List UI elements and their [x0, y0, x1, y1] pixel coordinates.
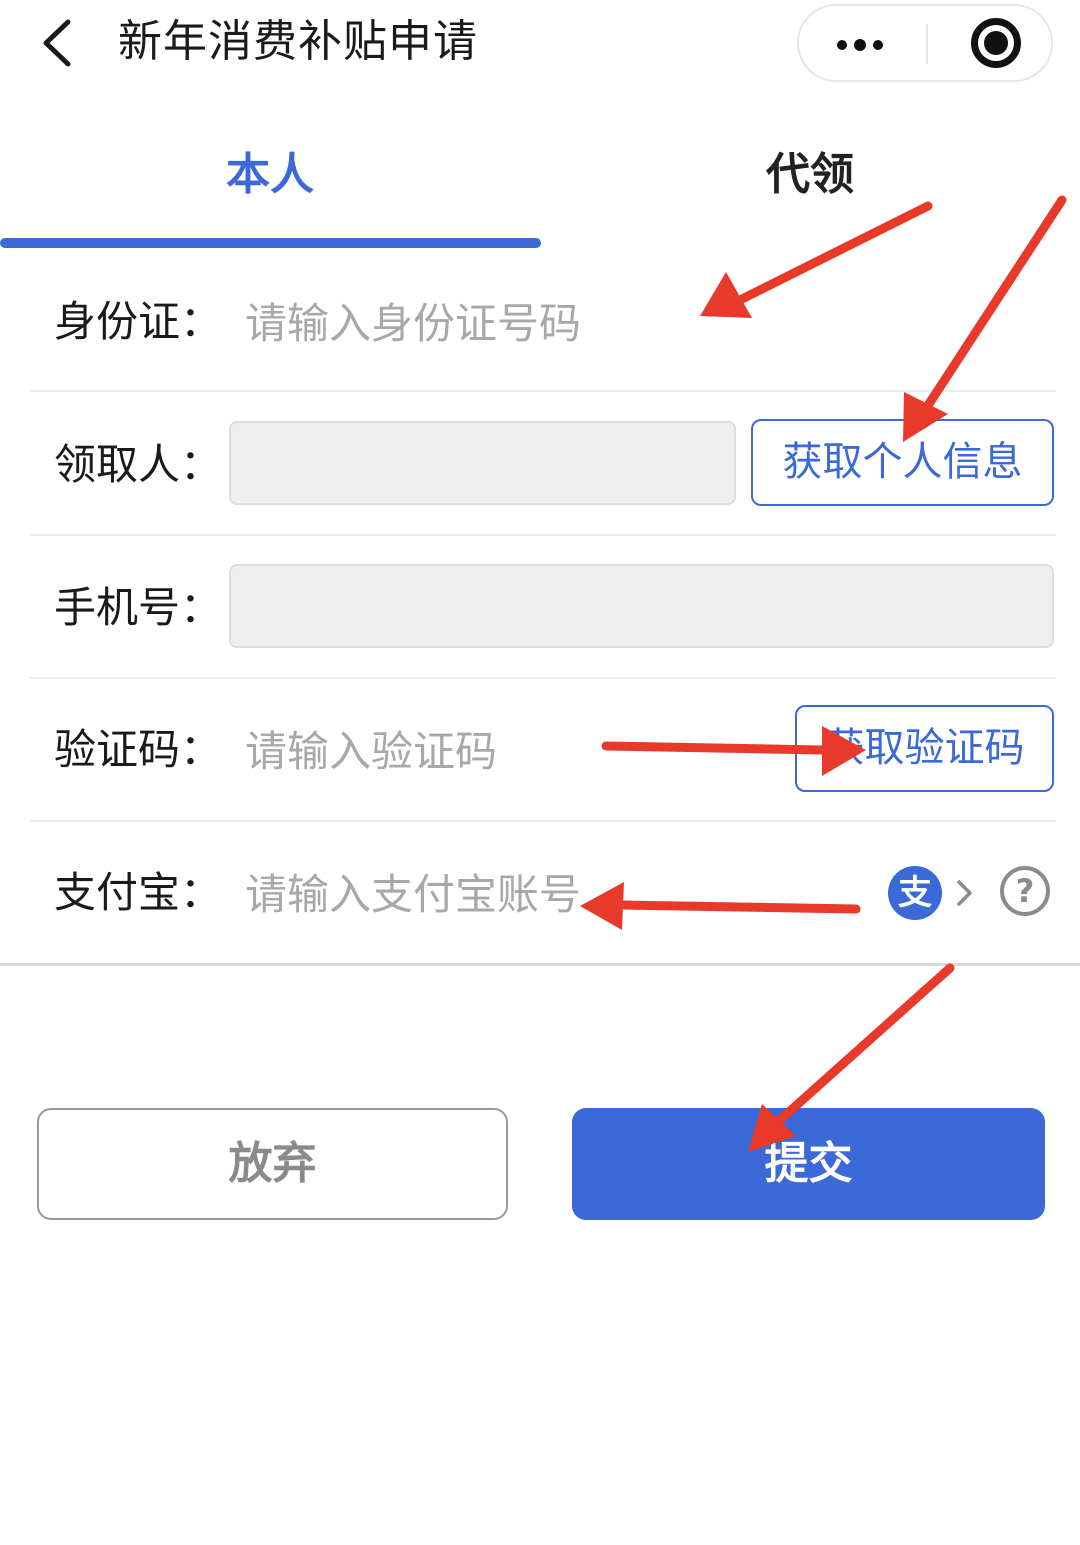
get-code-button[interactable]: 获取验证码 [795, 705, 1054, 792]
alipay-label: 支付宝： [54, 868, 223, 917]
get-personal-info-button[interactable]: 获取个人信息 [751, 419, 1054, 506]
row-divider [30, 677, 1056, 679]
tab-self[interactable]: 本人 [0, 140, 540, 210]
top-bar: 新年消费补贴申请 [0, 0, 1080, 90]
section-divider [0, 963, 1080, 966]
phone-label: 手机号： [54, 583, 223, 632]
chevron-left-icon [43, 19, 71, 67]
submit-button[interactable]: 提交 [572, 1108, 1045, 1220]
chevron-right-icon[interactable] [955, 876, 975, 910]
recipient-field [229, 421, 736, 505]
tab-proxy[interactable]: 代领 [540, 140, 1080, 210]
phone-field [229, 564, 1054, 648]
close-button[interactable] [928, 6, 1053, 80]
alipay-input[interactable] [243, 861, 867, 927]
row-divider [30, 534, 1056, 536]
recipient-label: 领取人： [54, 440, 223, 489]
more-button[interactable] [799, 6, 926, 80]
back-button[interactable] [30, 12, 90, 72]
alipay-icon[interactable]: 支 [888, 866, 942, 920]
id-card-input[interactable] [243, 290, 1027, 356]
row-divider [30, 820, 1056, 822]
help-icon[interactable]: ? [1000, 866, 1050, 916]
code-input[interactable] [243, 718, 787, 784]
row-divider [30, 390, 1056, 392]
mini-program-capsule [797, 4, 1053, 82]
active-tab-indicator [0, 238, 541, 248]
abandon-button[interactable]: 放弃 [37, 1108, 508, 1220]
code-label: 验证码： [54, 725, 223, 774]
id-card-label: 身份证： [54, 297, 223, 346]
page-title: 新年消费补贴申请 [118, 16, 478, 67]
